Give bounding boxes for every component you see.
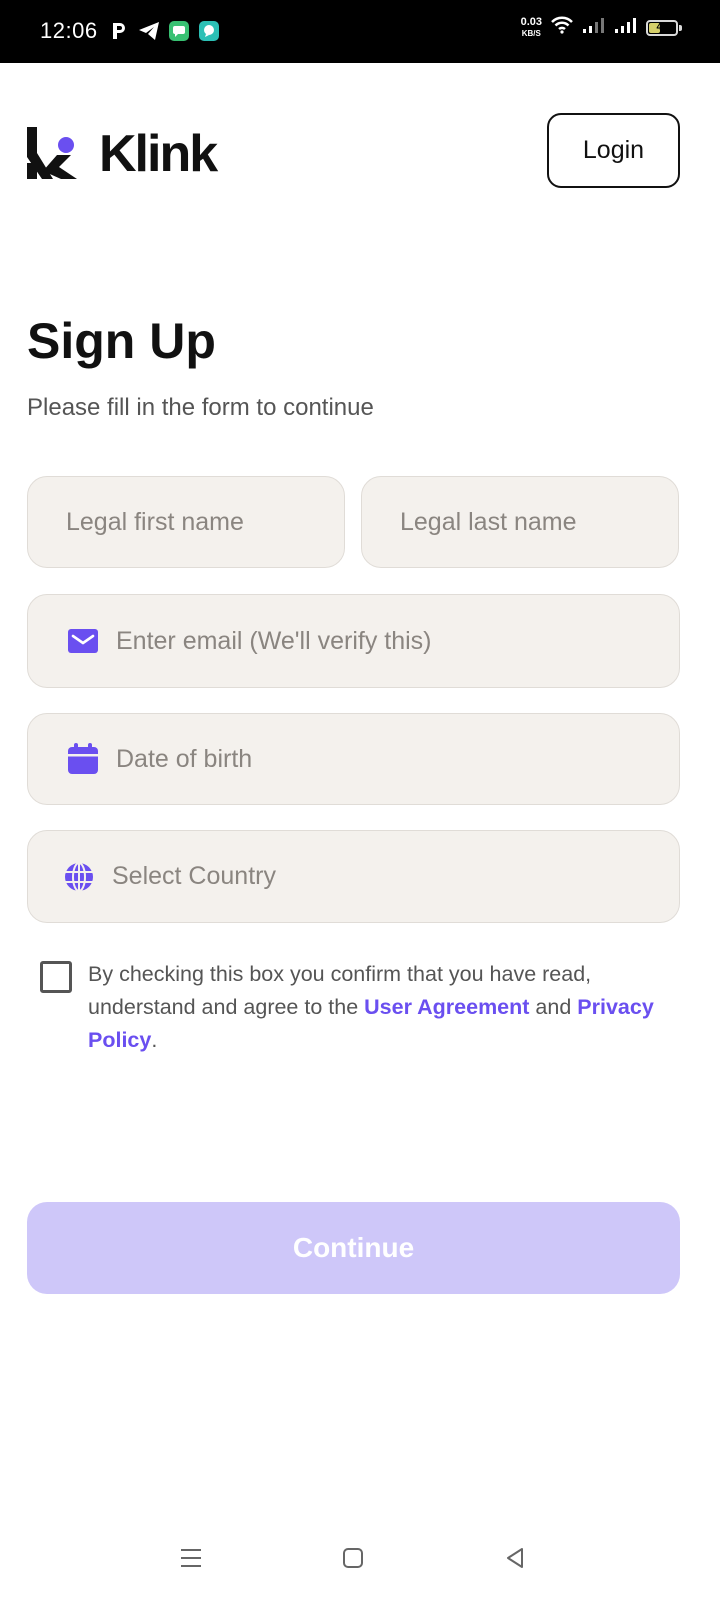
net-speed-value: 0.03: [520, 15, 542, 28]
email-field[interactable]: Enter email (We'll verify this): [27, 594, 680, 688]
last-name-field[interactable]: Legal last name: [361, 476, 679, 568]
status-bar: 12:06 0.03 KB/S 40: [0, 0, 720, 63]
telegram-icon: [138, 20, 160, 42]
continue-button[interactable]: Continue: [27, 1202, 680, 1294]
page-subtitle: Please fill in the form to continue: [27, 394, 374, 421]
net-speed: 0.03 KB/S: [520, 15, 542, 39]
dob-placeholder: Date of birth: [116, 744, 253, 773]
last-name-placeholder: Legal last name: [400, 507, 577, 536]
menu-icon[interactable]: [171, 1538, 211, 1578]
status-right: 0.03 KB/S 40: [521, 16, 682, 39]
agreement-text-2: and: [529, 995, 578, 1019]
wifi-icon: [550, 16, 574, 39]
klink-logo-icon: [27, 127, 77, 179]
dob-field[interactable]: Date of birth: [27, 713, 680, 805]
country-placeholder: Select Country: [112, 862, 276, 890]
calendar-icon: [66, 742, 100, 776]
email-placeholder: Enter email (We'll verify this): [116, 626, 432, 655]
battery-level: 40: [656, 22, 668, 33]
first-name-placeholder: Legal first name: [66, 507, 244, 536]
battery-tip: [679, 24, 682, 31]
globe-icon: [62, 860, 96, 894]
home-icon[interactable]: [333, 1538, 373, 1578]
page-title: Sign Up: [27, 313, 216, 369]
agreement-checkbox[interactable]: [40, 961, 72, 993]
user-agreement-link[interactable]: User Agreement: [364, 995, 529, 1019]
country-select[interactable]: Select Country: [27, 830, 680, 923]
first-name-field[interactable]: Legal first name: [27, 476, 345, 568]
chat-icon: [198, 20, 220, 42]
system-nav-bar: [0, 1520, 720, 1600]
brand-logo: Klink: [27, 124, 218, 184]
agreement-text-3: .: [151, 1028, 158, 1052]
signal-icon-2: [614, 16, 638, 39]
battery-indicator: 40: [646, 19, 682, 36]
agreement-text: By checking this box you confirm that yo…: [88, 958, 688, 1057]
net-speed-unit: KB/S: [521, 28, 541, 38]
battery-icon: 40: [646, 19, 678, 36]
notification-icons: [108, 20, 220, 42]
p-icon: [108, 20, 130, 42]
login-button[interactable]: Login: [547, 113, 680, 188]
messages-icon: [168, 20, 190, 42]
brand-name: Klink: [99, 125, 218, 183]
status-time: 12:06: [40, 18, 98, 43]
back-icon[interactable]: [495, 1538, 535, 1578]
signal-icon: [582, 16, 606, 39]
mail-icon: [66, 624, 100, 658]
